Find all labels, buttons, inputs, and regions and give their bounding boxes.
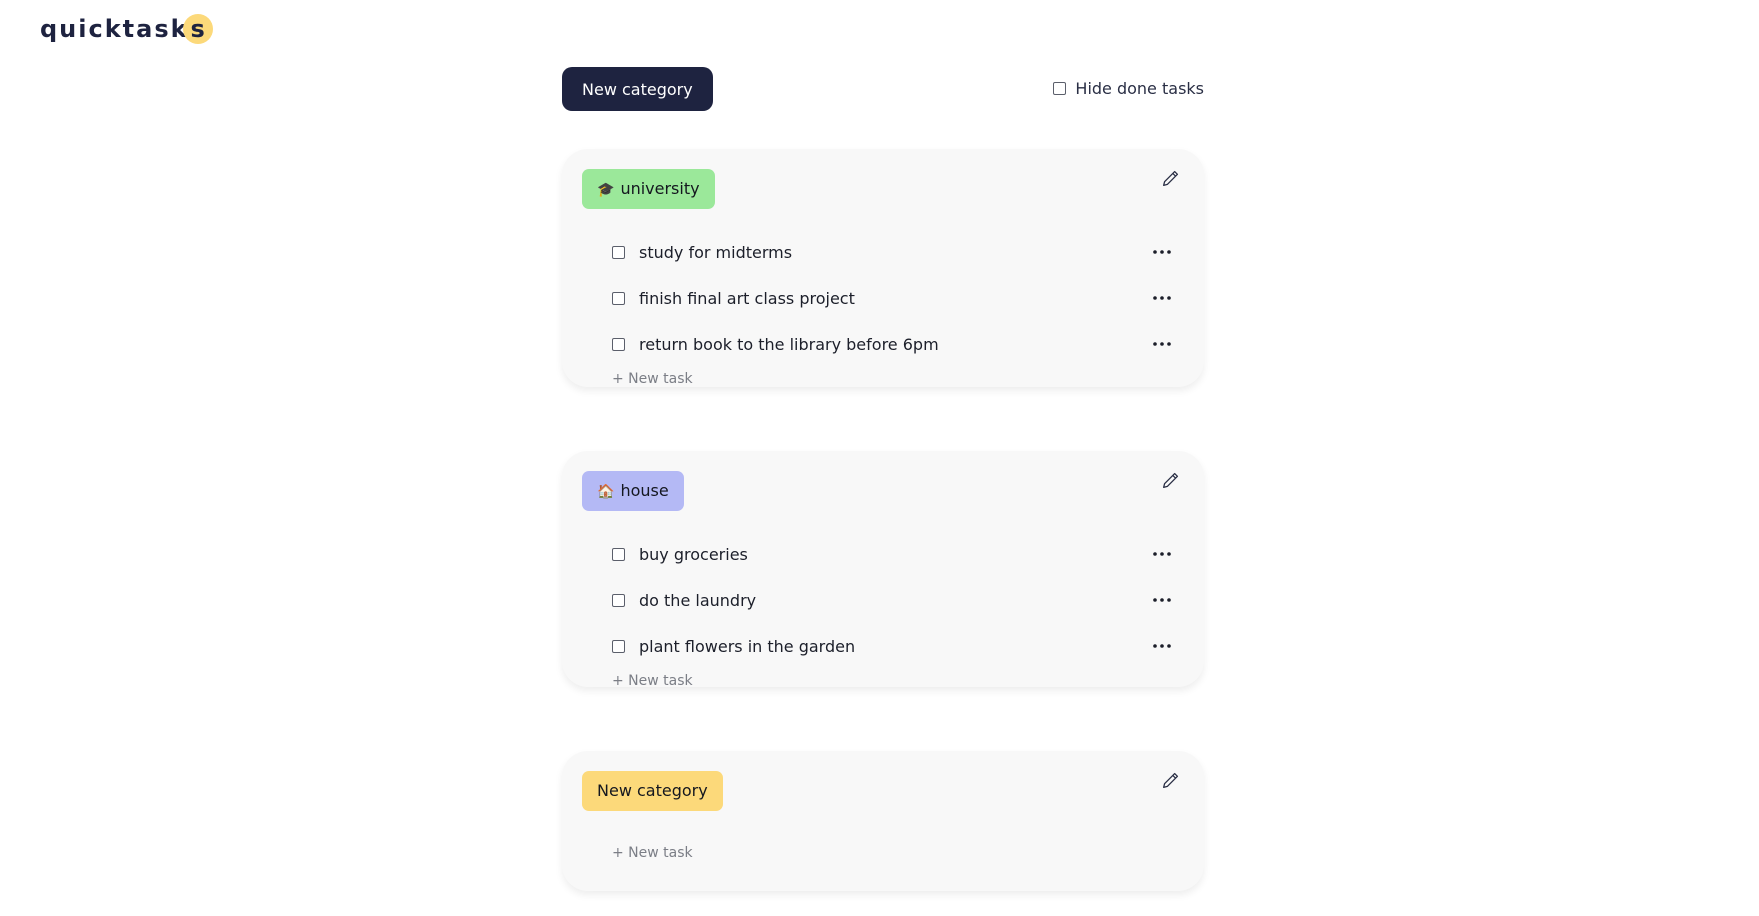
task-checkbox[interactable]: [612, 639, 625, 653]
more-horizontal-icon[interactable]: [1150, 544, 1174, 564]
category-tag-university[interactable]: 🎓 university: [582, 169, 715, 209]
new-category-button[interactable]: New category: [562, 67, 713, 111]
task-text[interactable]: return book to the library before 6pm: [639, 335, 939, 354]
task-checkbox[interactable]: [612, 547, 625, 561]
category-tag-house[interactable]: 🏠 house: [582, 471, 684, 511]
hide-done-checkbox[interactable]: [1053, 82, 1067, 95]
graduation-cap-icon: 🎓: [597, 182, 615, 198]
more-horizontal-icon[interactable]: [1150, 636, 1174, 656]
task-list: study for midterms finish final art clas…: [612, 229, 1174, 367]
task-item: do the laundry: [612, 577, 1174, 623]
task-checkbox[interactable]: [612, 291, 625, 305]
main-content: New category Hide done tasks 🎓 university…: [562, 67, 1204, 891]
logo-accent-letter: s: [182, 14, 213, 44]
task-item: finish final art class project: [612, 275, 1174, 321]
task-text[interactable]: plant flowers in the garden: [639, 637, 855, 656]
task-text[interactable]: buy groceries: [639, 545, 748, 564]
task-checkbox[interactable]: [612, 593, 625, 607]
task-text[interactable]: study for midterms: [639, 243, 792, 262]
category-name: university: [620, 179, 700, 198]
task-item: plant flowers in the garden: [612, 623, 1174, 669]
more-horizontal-icon[interactable]: [1150, 242, 1174, 262]
more-horizontal-icon[interactable]: [1150, 334, 1174, 354]
task-list: buy groceries do the laundry plant flowe…: [612, 531, 1174, 669]
pencil-icon[interactable]: [1160, 167, 1182, 189]
category-tag-new-category[interactable]: New category: [582, 771, 723, 811]
task-item: buy groceries: [612, 531, 1174, 577]
logo-text: quicktask: [40, 15, 189, 43]
category-card-new-category: New category + New task: [562, 751, 1204, 891]
task-checkbox[interactable]: [612, 337, 625, 351]
category-name: house: [620, 481, 669, 500]
new-task-button[interactable]: + New task: [612, 371, 693, 387]
task-text[interactable]: finish final art class project: [639, 289, 855, 308]
toolbar: New category Hide done tasks: [562, 67, 1204, 111]
category-name: New category: [597, 781, 708, 800]
more-horizontal-icon[interactable]: [1150, 288, 1174, 308]
hide-done-label: Hide done tasks: [1075, 79, 1204, 98]
app-logo: quicktasks: [40, 14, 213, 44]
hide-done-toggle[interactable]: Hide done tasks: [1053, 79, 1204, 98]
new-task-button[interactable]: + New task: [612, 845, 693, 861]
more-horizontal-icon[interactable]: [1150, 590, 1174, 610]
house-icon: 🏠: [597, 484, 615, 500]
task-item: return book to the library before 6pm: [612, 321, 1174, 367]
category-card-university: 🎓 university study for midterms finish fi…: [562, 149, 1204, 387]
pencil-icon[interactable]: [1160, 769, 1182, 791]
new-task-button[interactable]: + New task: [612, 673, 693, 689]
task-item: study for midterms: [612, 229, 1174, 275]
task-checkbox[interactable]: [612, 245, 625, 259]
pencil-icon[interactable]: [1160, 469, 1182, 491]
task-text[interactable]: do the laundry: [639, 591, 756, 610]
category-card-house: 🏠 house buy groceries do the laundry plan…: [562, 451, 1204, 689]
